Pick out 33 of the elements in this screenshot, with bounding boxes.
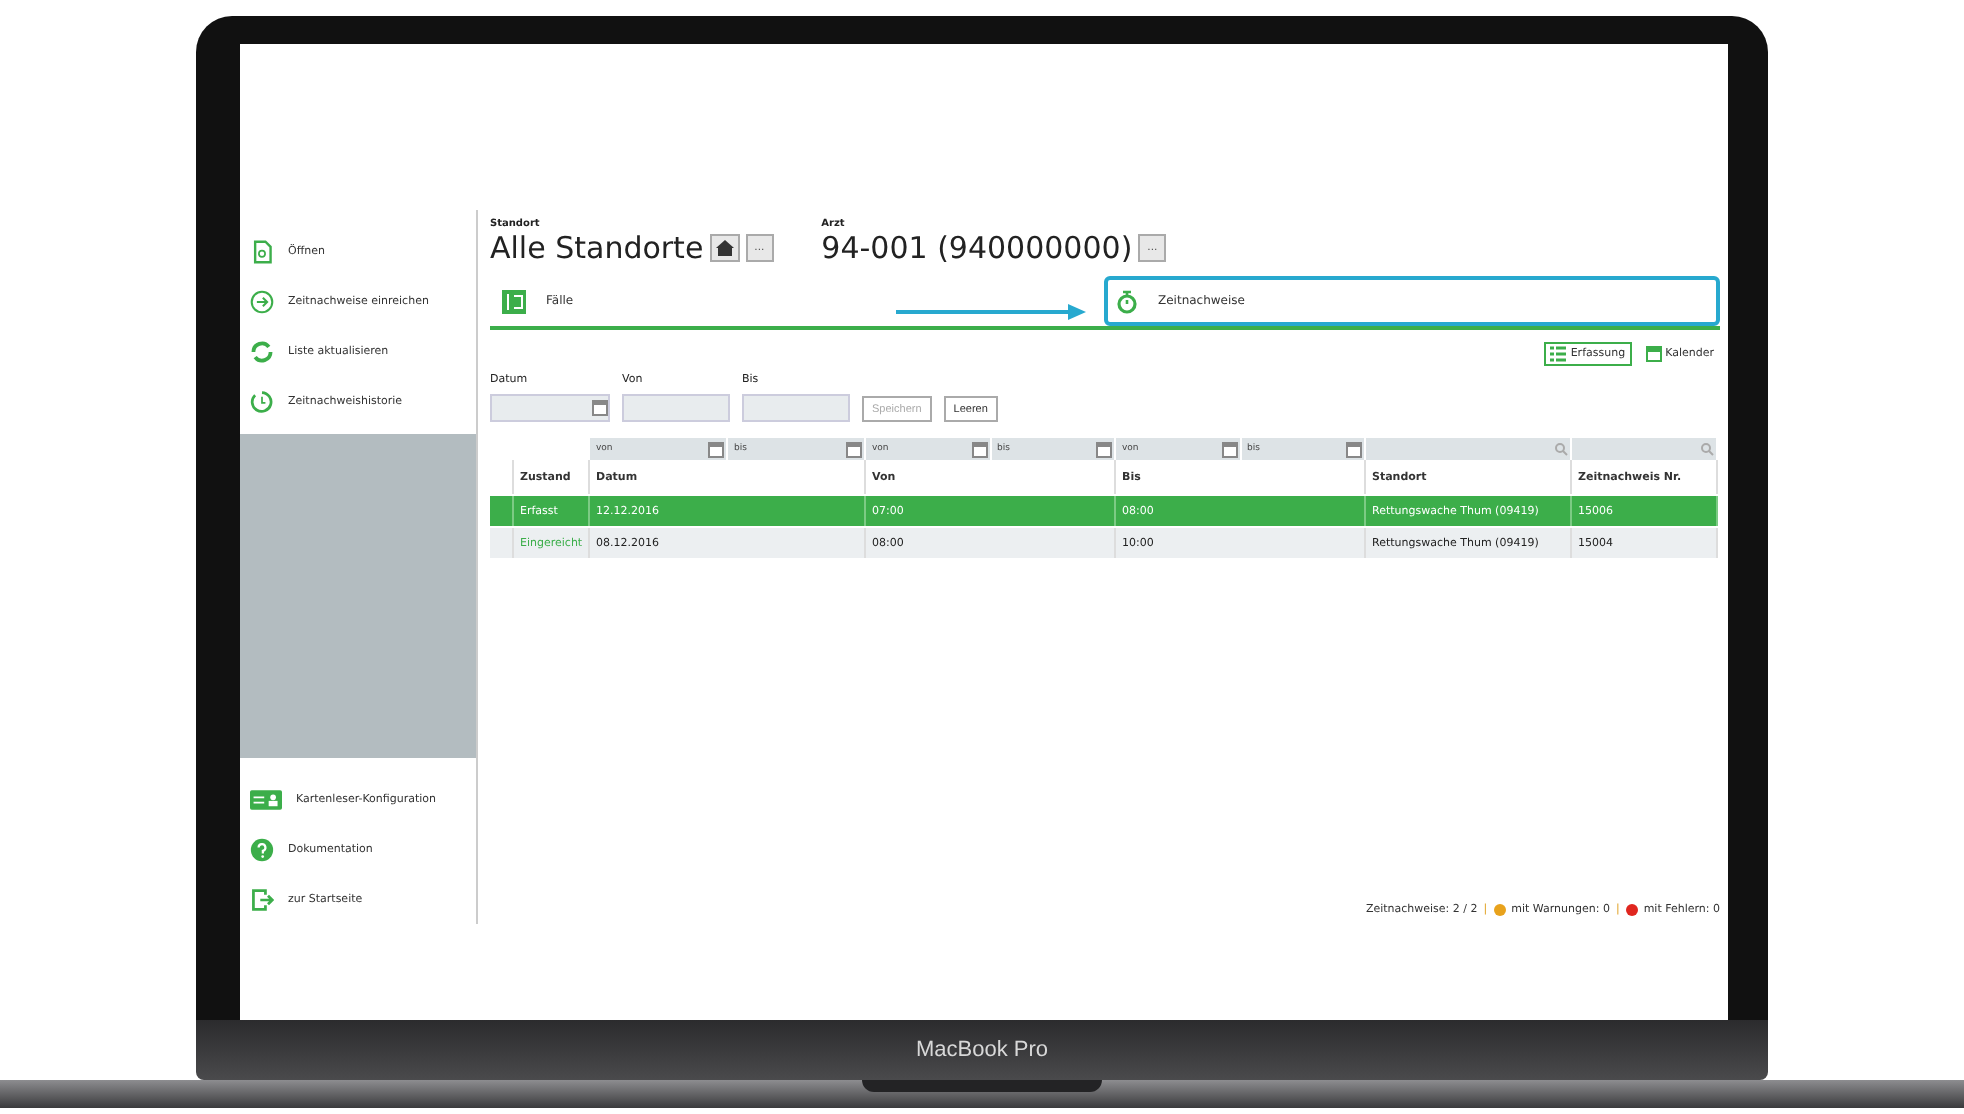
calendar-icon[interactable] [846,441,862,457]
row-marker[interactable] [490,496,514,526]
search-icon[interactable] [1700,442,1714,456]
row-marker[interactable] [490,528,514,558]
arrow-icon [896,304,1086,320]
calendar-icon[interactable] [708,441,724,457]
device-label: MacBook Pro [915,1038,1049,1062]
arrow-circle-icon [250,289,274,313]
calendar-icon[interactable] [1096,441,1112,457]
help-icon [250,837,274,861]
calendar-icon[interactable] [1346,441,1362,457]
exit-door-icon [250,887,274,911]
history-clock-icon [250,389,274,413]
list-icon [1550,346,1567,362]
input-field[interactable] [742,394,850,422]
refresh-icon [250,339,274,363]
document-search-icon [250,239,274,263]
calendar-icon [1645,346,1662,362]
calendar-icon[interactable] [1221,441,1237,457]
input-field[interactable] [490,394,610,422]
input-field[interactable] [622,394,730,422]
search-field[interactable] [1572,438,1718,460]
calendar-icon[interactable] [971,441,987,457]
house-icon [715,240,734,256]
header-value: 94-001 (940000000) [821,230,1133,266]
calendar-icon[interactable] [592,400,608,416]
home-button[interactable] [709,234,740,262]
search-icon[interactable] [1554,442,1568,456]
stopwatch-icon [1116,289,1138,313]
header-value: Alle Standorte [490,230,704,266]
search-field[interactable] [1366,438,1572,460]
folder-list-icon [502,289,526,313]
card-reader-icon [250,789,282,809]
